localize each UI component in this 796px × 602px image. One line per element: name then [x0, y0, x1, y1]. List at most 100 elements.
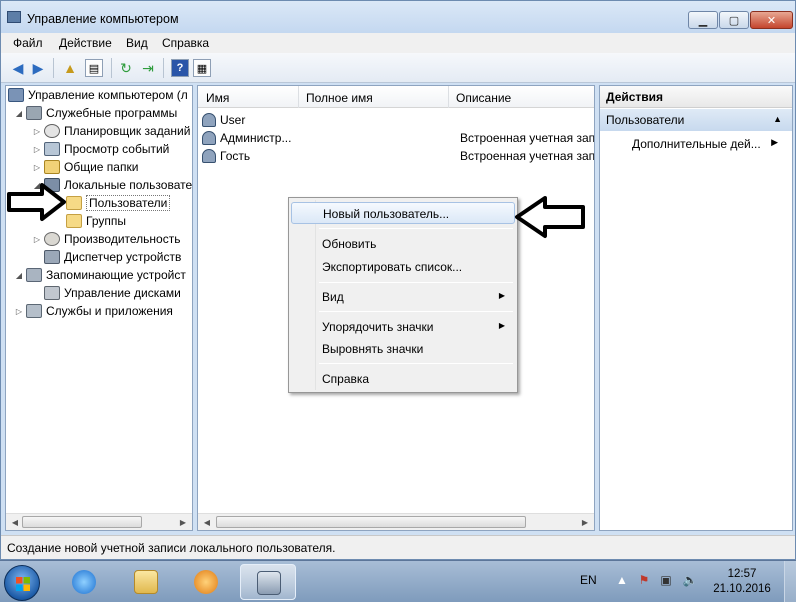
- tree-horizontal-scrollbar[interactable]: ◀ ▶: [6, 513, 192, 530]
- scroll-left-icon[interactable]: ◀: [8, 516, 22, 529]
- show-hide-tree-icon[interactable]: ▤: [85, 59, 103, 77]
- expand-arrow-icon[interactable]: ▷: [14, 307, 24, 316]
- menu-item-help[interactable]: Справка: [291, 368, 515, 390]
- row-description: Встроенная учетная запи: [460, 149, 595, 163]
- menu-help[interactable]: Справка: [162, 36, 209, 50]
- maximize-button[interactable]: ▢: [719, 11, 749, 29]
- taskbar-computer-management[interactable]: [240, 564, 296, 600]
- system-clock[interactable]: 12:57 21.10.2016: [712, 567, 772, 597]
- tree-item-system-tools[interactable]: ◢ Служебные программы: [14, 104, 177, 122]
- show-action-pane-icon[interactable]: ▦: [193, 59, 211, 77]
- tree-item-disk-management[interactable]: Управление дисками: [32, 284, 181, 302]
- menu-separator: [319, 363, 513, 364]
- column-divider[interactable]: [448, 86, 449, 108]
- toolbar-separator: [53, 58, 54, 78]
- menu-item-label: Новый пользователь...: [323, 207, 450, 221]
- scroll-right-icon[interactable]: ▶: [176, 516, 190, 529]
- clock-date: 21.10.2016: [713, 583, 771, 595]
- volume-icon[interactable]: 🔈: [682, 573, 698, 589]
- action-center-flag-icon[interactable]: ⚑: [636, 573, 652, 589]
- disabled-user-icon: [202, 149, 216, 163]
- tree-item-task-scheduler[interactable]: ▷ Планировщик заданий: [32, 122, 190, 140]
- scroll-thumb[interactable]: [216, 516, 526, 528]
- list-horizontal-scrollbar[interactable]: ◀ ▶: [198, 513, 594, 530]
- column-description[interactable]: Описание: [456, 91, 511, 105]
- menu-action[interactable]: Действие: [59, 36, 112, 50]
- submenu-arrow-icon: ▶: [498, 291, 505, 300]
- column-name[interactable]: Имя: [206, 91, 229, 105]
- column-divider[interactable]: [298, 86, 299, 108]
- computer-management-icon: [7, 11, 21, 23]
- folder-icon: [66, 214, 82, 228]
- submenu-arrow-icon: ▶: [498, 321, 505, 330]
- scroll-right-icon[interactable]: ▶: [578, 516, 592, 529]
- tree-item-root[interactable]: Управление компьютером (л: [8, 86, 188, 104]
- export-list-icon[interactable]: ⇥: [139, 59, 157, 77]
- computer-management-icon: [257, 571, 281, 595]
- scroll-thumb[interactable]: [22, 516, 142, 528]
- media-player-icon: [194, 570, 218, 594]
- language-indicator[interactable]: EN: [580, 573, 597, 587]
- column-full-name[interactable]: Полное имя: [306, 91, 373, 105]
- collapse-arrow-icon[interactable]: ◢: [14, 271, 24, 280]
- tree-item-label: Группы: [86, 214, 126, 228]
- actions-group-users[interactable]: Пользователи ▲: [600, 109, 792, 131]
- submenu-arrow-icon[interactable]: ▶: [771, 137, 778, 148]
- menu-item-refresh[interactable]: Обновить: [291, 233, 515, 255]
- network-icon[interactable]: ▣: [658, 573, 674, 589]
- scroll-left-icon[interactable]: ◀: [200, 516, 214, 529]
- refresh-icon[interactable]: ↻: [117, 59, 135, 77]
- menu-item-line-up-icons[interactable]: Выровнять значки: [291, 338, 515, 360]
- collapse-arrow-icon[interactable]: ◢: [14, 109, 24, 118]
- expand-arrow-icon[interactable]: ▷: [32, 127, 42, 136]
- tree-item-device-manager[interactable]: Диспетчер устройств: [32, 248, 181, 266]
- minimize-button[interactable]: ▁: [688, 11, 718, 29]
- collapse-up-icon[interactable]: ▲: [773, 114, 782, 124]
- menu-view[interactable]: Вид: [126, 36, 148, 50]
- up-folder-icon[interactable]: ▲: [61, 59, 79, 77]
- console-tree[interactable]: Управление компьютером (л ◢ Служебные пр…: [5, 85, 193, 531]
- title-bar[interactable]: Управление компьютером ▁ ▢ ✕: [1, 1, 795, 33]
- tree-item-storage[interactable]: ◢ Запоминающие устройст: [14, 266, 186, 284]
- close-button[interactable]: ✕: [750, 11, 793, 29]
- menu-item-label: Упорядочить значки: [322, 320, 434, 334]
- help-icon[interactable]: ?: [171, 59, 189, 77]
- performance-icon: [44, 232, 60, 246]
- show-hidden-icons-icon[interactable]: ▲: [614, 573, 630, 589]
- menu-item-arrange-icons[interactable]: Упорядочить значки ▶: [291, 316, 515, 338]
- menu-item-new-user[interactable]: Новый пользователь...: [291, 202, 515, 224]
- menu-item-view[interactable]: Вид ▶: [291, 286, 515, 308]
- services-icon: [26, 304, 42, 318]
- tree-item-users[interactable]: Пользователи: [54, 194, 171, 212]
- tree-item-event-viewer[interactable]: ▷ Просмотр событий: [32, 140, 169, 158]
- row-description: Встроенная учетная запи: [460, 131, 595, 145]
- menu-item-export[interactable]: Экспортировать список...: [291, 256, 515, 278]
- expand-arrow-icon[interactable]: ▷: [32, 163, 42, 172]
- menu-separator: [319, 282, 513, 283]
- table-row[interactable]: User: [202, 111, 594, 129]
- expand-arrow-icon[interactable]: ▷: [32, 235, 42, 244]
- taskbar-media-player[interactable]: [178, 564, 234, 600]
- back-arrow-icon[interactable]: ◀: [9, 59, 27, 77]
- toolbar: ◀ ▶ ▲ ▤ ↻ ⇥ ? ▦: [1, 53, 795, 83]
- menu-separator: [319, 228, 513, 229]
- more-actions-link[interactable]: Дополнительные дей...: [632, 137, 761, 151]
- menu-item-label: Экспортировать список...: [322, 260, 463, 274]
- forward-arrow-icon[interactable]: ▶: [29, 59, 47, 77]
- folder-icon: [134, 570, 158, 594]
- tree-item-shared-folders[interactable]: ▷ Общие папки: [32, 158, 138, 176]
- table-row[interactable]: Администр... Встроенная учетная запи: [202, 129, 594, 147]
- tree-item-performance[interactable]: ▷ Производительность: [32, 230, 180, 248]
- tree-item-label: Службы и приложения: [46, 304, 173, 318]
- taskbar-explorer[interactable]: [118, 564, 174, 600]
- show-desktop-button[interactable]: [784, 561, 796, 602]
- menu-bar: Файл Действие Вид Справка: [1, 33, 795, 53]
- menu-item-label: Справка: [322, 372, 370, 386]
- table-row[interactable]: Гость Встроенная учетная запи: [202, 147, 594, 165]
- start-button[interactable]: [4, 565, 40, 601]
- disk-icon: [44, 286, 60, 300]
- expand-arrow-icon[interactable]: ▷: [32, 145, 42, 154]
- taskbar-internet-explorer[interactable]: [56, 564, 112, 600]
- tree-item-services-apps[interactable]: ▷ Службы и приложения: [14, 302, 173, 320]
- menu-file[interactable]: Файл: [13, 36, 43, 50]
